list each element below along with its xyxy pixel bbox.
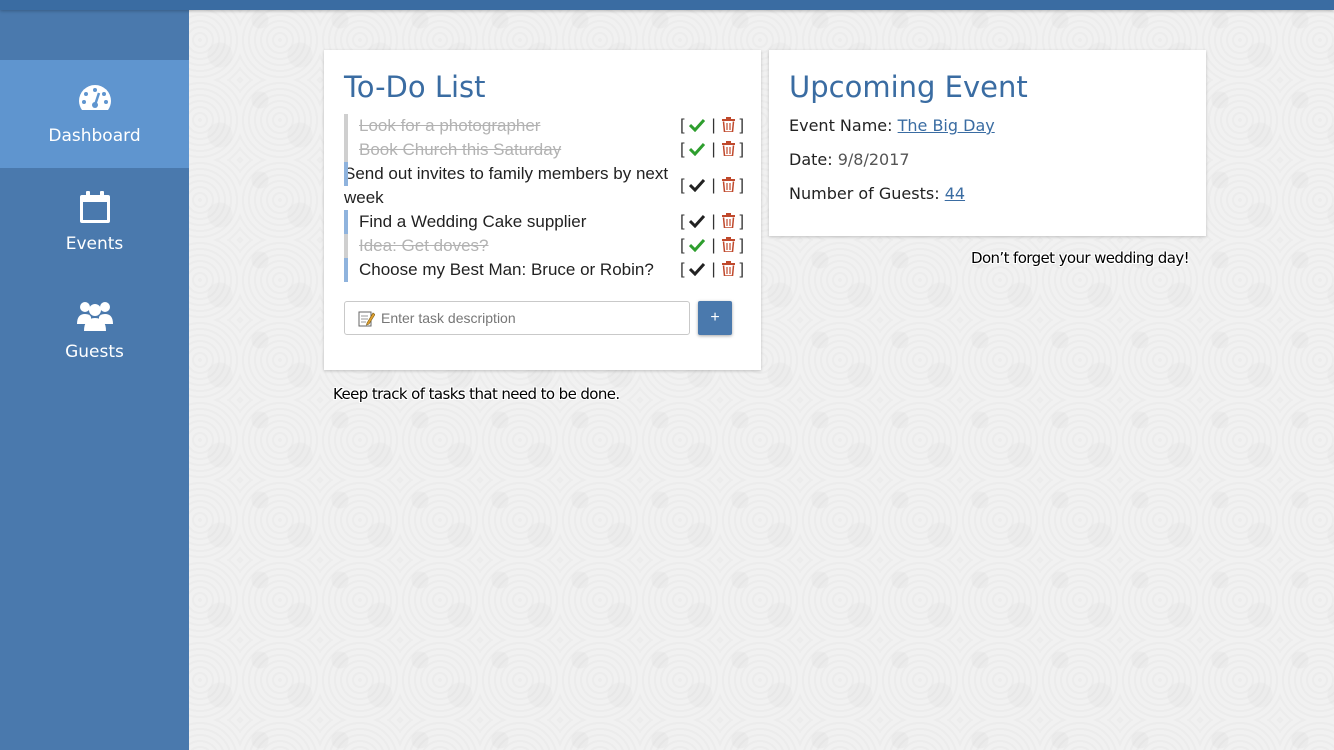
task-text: Find a Wedding Cake supplier (359, 212, 587, 231)
trash-icon[interactable] (722, 213, 736, 228)
sidebar-item-events[interactable]: Events (0, 168, 189, 276)
calendar-icon (79, 191, 110, 223)
list-item: Choose my Best Man: Bruce or Robin? [ | … (344, 258, 744, 282)
todo-card: To-Do List Look for a photographer [ | ]… (324, 50, 761, 370)
task-marker (344, 162, 348, 186)
sidebar-item-label: Guests (65, 342, 124, 362)
edit-note-icon (358, 311, 375, 327)
task-actions: [ | ] (680, 177, 744, 194)
event-name-link[interactable]: The Big Day (898, 116, 995, 135)
check-icon[interactable] (689, 118, 706, 132)
task-actions: [ | ] (680, 117, 744, 134)
sidebar-item-guests[interactable]: Guests (0, 276, 189, 384)
check-icon[interactable] (689, 238, 706, 252)
sidebar-item-label: Dashboard (48, 126, 141, 146)
event-title: Upcoming Event (789, 70, 1028, 104)
todo-list: Look for a photographer [ | ] Book Churc… (344, 114, 744, 282)
event-date-value: 9/8/2017 (837, 150, 910, 169)
check-icon[interactable] (689, 262, 706, 276)
users-icon (76, 302, 113, 331)
list-item: Send out invites to family members by ne… (344, 162, 744, 210)
check-icon[interactable] (689, 214, 706, 228)
trash-icon[interactable] (722, 177, 736, 192)
todo-title: To-Do List (344, 70, 486, 104)
event-date-row: Date: 9/8/2017 (789, 150, 910, 169)
list-item: Idea: Get doves? [ | ] (344, 234, 744, 258)
top-bar (0, 0, 1334, 10)
task-actions: [ | ] (680, 213, 744, 230)
task-text: Choose my Best Man: Bruce or Robin? (359, 260, 654, 279)
trash-icon[interactable] (722, 141, 736, 156)
task-text: Book Church this Saturday (359, 140, 562, 159)
list-item: Book Church this Saturday [ | ] (344, 138, 744, 162)
event-guests-row: Number of Guests: 44 (789, 184, 966, 203)
todo-caption: Keep track of tasks that need to be done… (333, 385, 620, 403)
sidebar-item-label: Events (65, 234, 124, 254)
event-name-row: Event Name: The Big Day (789, 116, 995, 135)
check-icon[interactable] (689, 178, 706, 192)
task-actions: [ | ] (680, 237, 744, 254)
task-text: Look for a photographer (359, 116, 541, 135)
check-icon[interactable] (689, 142, 706, 156)
trash-icon[interactable] (722, 117, 736, 132)
task-actions: [ | ] (680, 261, 744, 278)
list-item: Look for a photographer [ | ] (344, 114, 744, 138)
event-caption: Don’t forget your wedding day! (971, 249, 1190, 267)
event-card: Upcoming Event Event Name: The Big Day D… (769, 50, 1206, 236)
trash-icon[interactable] (722, 237, 736, 252)
task-actions: [ | ] (680, 141, 744, 158)
task-input-field[interactable] (344, 301, 690, 335)
guest-count-link[interactable]: 44 (945, 184, 965, 203)
task-text: Send out invites to family members by ne… (344, 164, 669, 207)
sidebar: Dashboard Events Guests (0, 0, 189, 750)
task-text: Idea: Get doves? (359, 236, 489, 255)
list-item: Find a Wedding Cake supplier [ | ] (344, 210, 744, 234)
add-task-button[interactable]: + (698, 301, 732, 335)
trash-icon[interactable] (722, 261, 736, 276)
dashboard-icon (78, 85, 111, 110)
task-input[interactable] (381, 302, 681, 334)
sidebar-item-dashboard[interactable]: Dashboard (0, 60, 189, 168)
